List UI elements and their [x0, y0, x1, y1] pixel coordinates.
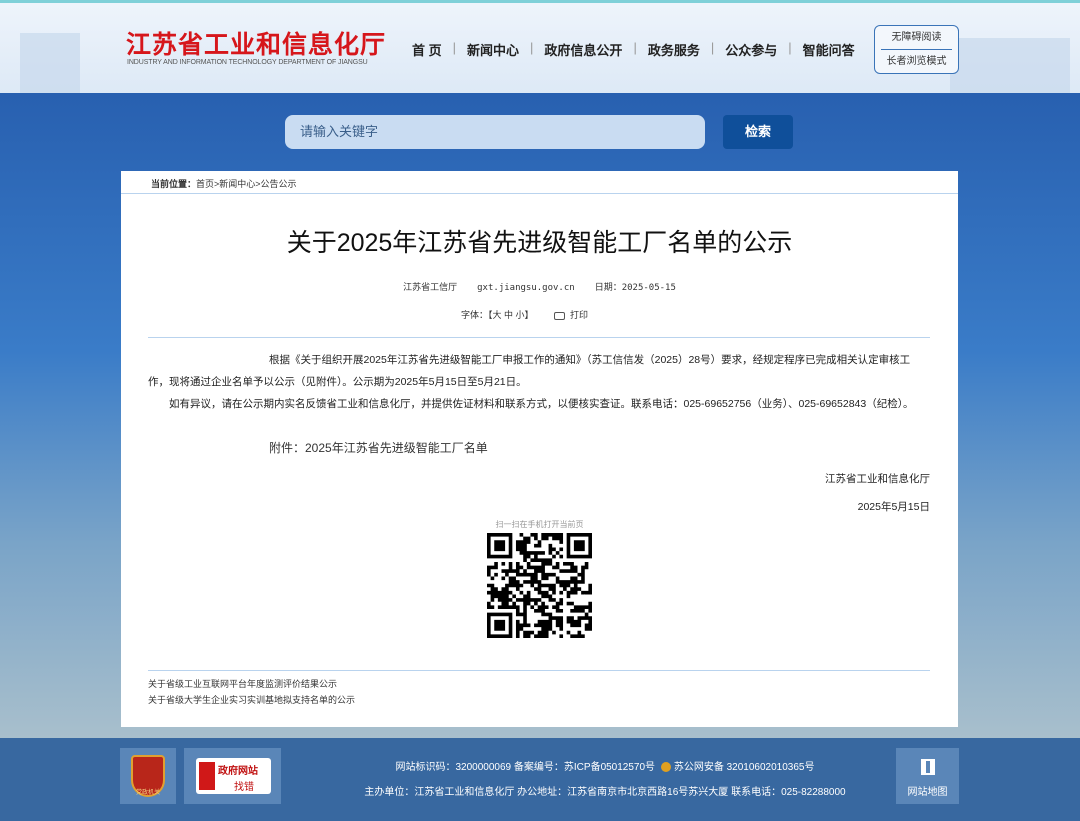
nav-qa[interactable]: 智能问答	[803, 40, 855, 59]
related-link[interactable]: 关于省级工业互联网平台年度监测评价结果公示	[148, 677, 337, 690]
qr-modules	[487, 533, 592, 638]
breadcrumb: 当前位置：首页>新闻中心>公告公示	[151, 177, 297, 190]
article-body: 根据《关于组织开展2025年江苏省先进级智能工厂申报工作的通知》（苏工信信发（2…	[148, 349, 930, 415]
qr-label: 扫一扫在手机打开当前页	[121, 519, 958, 530]
print-button[interactable]: 打印	[554, 310, 588, 320]
font-size-controls: 字体：【大 中 小】 打印	[461, 308, 588, 321]
paragraph: 如有异议，请在公示期内实名反馈省工业和信息化厅，并提供佐证材料和联系方式，以便核…	[148, 393, 930, 415]
accessibility-button[interactable]: 无障碍阅读	[881, 26, 952, 50]
sitemap-label: 网站地图	[896, 783, 959, 798]
search-button[interactable]: 检索	[723, 115, 793, 149]
printer-icon	[554, 312, 565, 320]
signer: 江苏省工业和信息化厅	[825, 465, 930, 493]
nav-news[interactable]: 新闻中心	[467, 40, 519, 59]
article-site: gxt.jiangsu.gov.cn	[477, 283, 575, 293]
nav-participation[interactable]: 公众参与	[725, 40, 777, 59]
article-meta: 江苏省工信厅 gxt.jiangsu.gov.cn 日期：2025-05-15	[121, 280, 958, 293]
site-id: 网站标识码：3200000069 备案编号：苏ICP备05012570号	[396, 762, 656, 773]
site-header: 江苏省工业和信息化厅 INDUSTRY AND INFORMATION TECH…	[0, 0, 1080, 93]
article-title: 关于2025年江苏省先进级智能工厂名单的公示	[121, 223, 958, 259]
breadcrumb-path[interactable]: 首页>新闻中心>公告公示	[196, 179, 297, 189]
police-record[interactable]: 苏公网安备 32010602010365号	[674, 762, 815, 773]
breadcrumb-label: 当前位置：	[151, 179, 196, 189]
site-logo[interactable]: 江苏省工业和信息化厅	[126, 25, 386, 61]
divider	[148, 337, 930, 338]
accessibility-box: 无障碍阅读 长者浏览模式	[874, 25, 959, 74]
print-label: 打印	[570, 310, 588, 320]
site-footer: 党政机关 政府网站 找错 网站标识码：3200000069 备案编号：苏ICP备…	[0, 738, 1080, 821]
qr-code	[487, 533, 592, 638]
related-link[interactable]: 关于省级大学生企业实习实训基地拟支持名单的公示	[148, 693, 355, 706]
font-size-label[interactable]: 字体：【大 中 小】	[461, 310, 534, 320]
signature: 江苏省工业和信息化厅2025年5月15日	[825, 465, 930, 521]
nav-home[interactable]: 首 页	[412, 40, 442, 59]
nav-services[interactable]: 政务服务	[648, 40, 700, 59]
paragraph: 根据《关于组织开展2025年江苏省先进级智能工厂申报工作的通知》（苏工信信发（2…	[148, 349, 930, 393]
main-nav: 首 页| 新闻中心| 政府信息公开| 政务服务| 公众参与| 智能问答	[412, 40, 855, 59]
article-panel: 当前位置：首页>新闻中心>公告公示 关于2025年江苏省先进级智能工厂名单的公示…	[121, 171, 958, 727]
nav-gov-info[interactable]: 政府信息公开	[544, 40, 622, 59]
site-logo-en: INDUSTRY AND INFORMATION TECHNOLOGY DEPA…	[127, 59, 368, 66]
article-source: 江苏省工信厅	[403, 283, 457, 293]
article-date: 日期：2025-05-15	[595, 283, 676, 293]
divider	[121, 193, 958, 194]
map-icon	[921, 759, 935, 775]
police-icon	[661, 762, 671, 772]
elder-mode-button[interactable]: 长者浏览模式	[875, 50, 958, 74]
divider	[148, 670, 930, 671]
sitemap-button[interactable]: 网站地图	[896, 748, 959, 804]
search-input[interactable]: 请输入关键字	[285, 115, 705, 149]
sign-date: 2025年5月15日	[825, 493, 930, 521]
attachment-link[interactable]: 附件：2025年江苏省先进级智能工厂名单	[269, 439, 488, 456]
